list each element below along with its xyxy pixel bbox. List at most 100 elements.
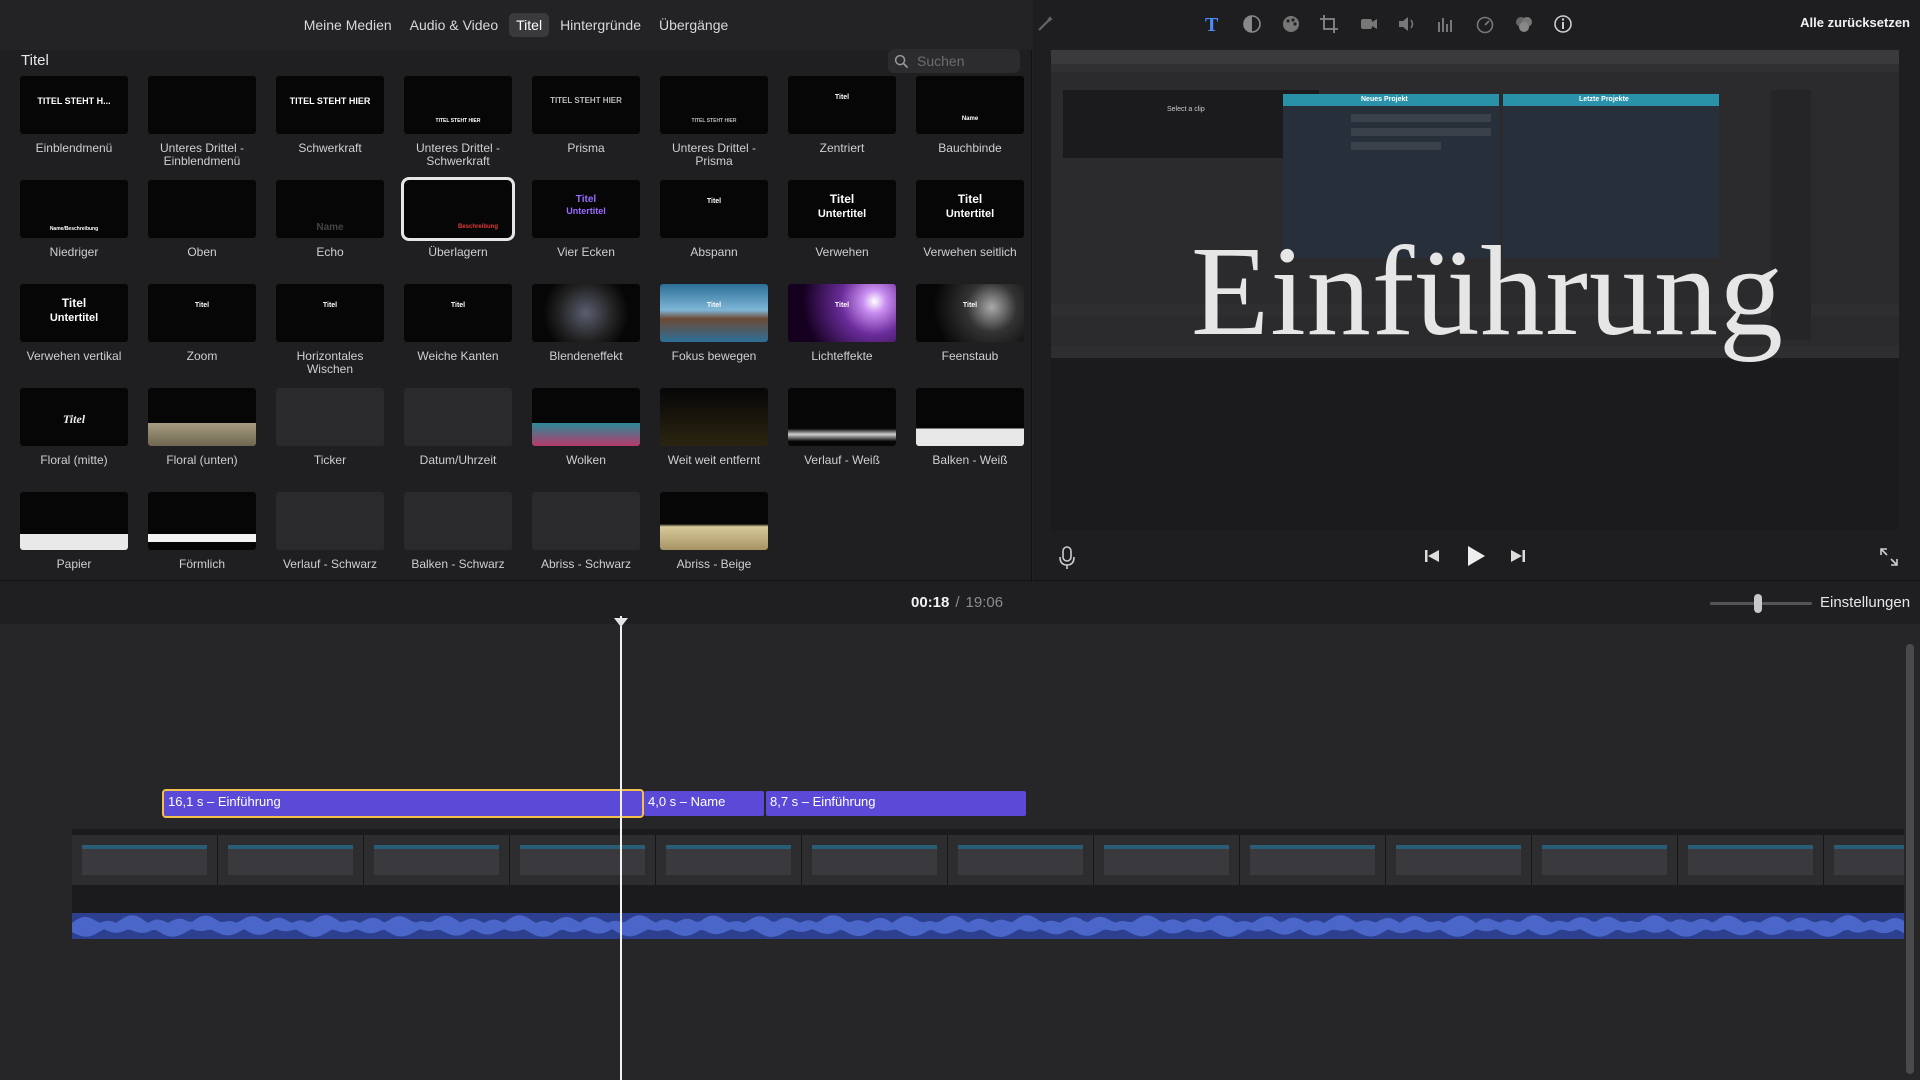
title-thumbnail[interactable] — [148, 76, 256, 134]
text-tool-icon[interactable]: T — [1201, 13, 1223, 35]
equalizer-icon[interactable] — [1435, 13, 1457, 35]
title-tile[interactable]: Titel Zentriert — [788, 76, 896, 155]
title-tile[interactable]: Name Echo — [276, 180, 384, 259]
title-clip-name[interactable]: 4,0 s – Name — [644, 791, 764, 816]
title-thumbnail[interactable] — [660, 388, 768, 446]
title-tile[interactable]: Titel Weiche Kanten — [404, 284, 512, 363]
playhead-handle[interactable] — [614, 618, 628, 627]
search-input[interactable] — [917, 53, 1017, 69]
reset-all-button[interactable]: Alle zurücksetzen — [1800, 15, 1910, 30]
title-thumbnail[interactable] — [788, 388, 896, 446]
title-tile[interactable]: Unteres Drittel - Einblendmenü — [148, 76, 256, 168]
title-thumbnail[interactable] — [404, 492, 512, 550]
title-thumbnail[interactable] — [916, 388, 1024, 446]
title-thumbnail[interactable]: Name/Beschreibung — [20, 180, 128, 238]
title-tile[interactable]: Balken - Schwarz — [404, 492, 512, 571]
title-tile[interactable]: Titel Fokus bewegen — [660, 284, 768, 363]
title-thumbnail[interactable]: Titel Untertitel — [788, 180, 896, 238]
skip-back-icon[interactable] — [1423, 547, 1441, 570]
title-thumbnail[interactable]: Titel — [788, 76, 896, 134]
color-palette-icon[interactable] — [1280, 13, 1302, 35]
video-preview[interactable]: Select a clip Neues Projekt Letzte Proje… — [1051, 50, 1899, 530]
title-thumbnail[interactable] — [532, 492, 640, 550]
title-tile[interactable]: Verlauf - Schwarz — [276, 492, 384, 571]
tab-audio-video[interactable]: Audio & Video — [403, 13, 505, 37]
timeline-zoom-slider[interactable] — [1710, 594, 1812, 613]
magic-wand-icon[interactable] — [1034, 13, 1056, 35]
title-thumbnail[interactable]: Titel Untertitel — [532, 180, 640, 238]
title-tile[interactable]: Name/Beschreibung Niedriger — [20, 180, 128, 259]
fullscreen-icon[interactable] — [1878, 546, 1900, 568]
title-tile[interactable]: Abriss - Beige — [660, 492, 768, 571]
title-tile[interactable]: Titel Untertitel Verwehen vertikal — [20, 284, 128, 363]
title-thumbnail[interactable]: Titel — [20, 388, 128, 446]
title-thumbnail[interactable]: Titel Untertitel — [20, 284, 128, 342]
title-tile[interactable]: Titel Lichteffekte — [788, 284, 896, 363]
settings-button[interactable]: Einstellungen — [1820, 594, 1910, 611]
title-tile[interactable]: Floral (unten) — [148, 388, 256, 467]
title-thumbnail[interactable]: Titel — [404, 284, 512, 342]
title-thumbnail[interactable]: Name — [276, 180, 384, 238]
title-tile[interactable]: TITEL STEHT HIER Unteres Drittel - Schwer… — [404, 76, 512, 168]
tab-titel[interactable]: Titel — [509, 13, 550, 37]
title-thumbnail[interactable] — [276, 492, 384, 550]
title-tile[interactable]: Titel Feenstaub — [916, 284, 1024, 363]
title-tile[interactable]: Förmlich — [148, 492, 256, 571]
title-tile[interactable]: Name Bauchbinde — [916, 76, 1024, 155]
title-tile[interactable]: Titel Abspann — [660, 180, 768, 259]
title-thumbnail[interactable] — [532, 388, 640, 446]
title-tile[interactable]: Papier — [20, 492, 128, 571]
title-thumbnail[interactable]: Titel — [660, 180, 768, 238]
title-tile[interactable]: Abriss - Schwarz — [532, 492, 640, 571]
title-tile[interactable]: Oben — [148, 180, 256, 259]
playhead[interactable] — [620, 616, 622, 1080]
title-thumbnail[interactable]: Titel — [660, 284, 768, 342]
timeline[interactable]: 16,1 s – Einführung 4,0 s – Name 8,7 s –… — [0, 624, 1920, 1080]
title-clip-einfuehrung-2[interactable]: 8,7 s – Einführung — [766, 791, 1026, 816]
audio-waveform[interactable] — [72, 913, 1904, 939]
title-thumbnail[interactable] — [20, 492, 128, 550]
microphone-icon[interactable] — [1057, 546, 1077, 570]
title-thumbnail[interactable]: Beschreibung — [401, 177, 515, 241]
title-tile[interactable]: Verlauf - Weiß — [788, 388, 896, 467]
zoom-slider-handle[interactable] — [1754, 594, 1762, 613]
title-thumbnail[interactable]: TITEL STEHT HIER — [660, 76, 768, 134]
title-tile[interactable]: Titel Untertitel Verwehen — [788, 180, 896, 259]
title-thumbnail[interactable] — [148, 388, 256, 446]
speed-icon[interactable] — [1474, 13, 1496, 35]
title-clip-einfuehrung-1[interactable]: 16,1 s – Einführung — [162, 789, 644, 818]
title-thumbnail[interactable] — [276, 388, 384, 446]
title-tile[interactable]: Titel Horizontales Wischen — [276, 284, 384, 376]
video-track[interactable] — [72, 829, 1904, 913]
title-tile[interactable]: Titel Zoom — [148, 284, 256, 363]
title-thumbnail[interactable]: Titel — [148, 284, 256, 342]
info-icon[interactable] — [1552, 13, 1574, 35]
title-thumbnail[interactable]: Name — [916, 76, 1024, 134]
stabilization-icon[interactable] — [1357, 13, 1379, 35]
title-thumbnail[interactable] — [148, 492, 256, 550]
search-field[interactable] — [888, 49, 1020, 73]
title-thumbnail[interactable]: TITEL STEHT HIER — [404, 76, 512, 134]
title-tile[interactable]: TITEL STEHT HIER Unteres Drittel - Prisma — [660, 76, 768, 168]
tab-uebergaenge[interactable]: Übergänge — [652, 13, 735, 37]
timeline-scrollbar[interactable] — [1906, 644, 1914, 1074]
tab-meine-medien[interactable]: Meine Medien — [297, 13, 399, 37]
title-thumbnail[interactable]: Titel — [788, 284, 896, 342]
title-tile[interactable]: Titel Untertitel Vier Ecken — [532, 180, 640, 259]
title-tile[interactable]: Weit weit entfernt — [660, 388, 768, 467]
tab-hintergruende[interactable]: Hintergründe — [553, 13, 648, 37]
title-thumbnail[interactable]: Titel Untertitel — [916, 180, 1024, 238]
title-thumbnail[interactable] — [532, 284, 640, 342]
title-thumbnail[interactable] — [660, 492, 768, 550]
title-thumbnail[interactable]: Titel — [916, 284, 1024, 342]
title-tile[interactable]: Ticker — [276, 388, 384, 467]
title-thumbnail[interactable] — [404, 388, 512, 446]
title-tile[interactable]: TITEL STEHT HIER Prisma — [532, 76, 640, 155]
title-thumbnail[interactable]: Titel — [276, 284, 384, 342]
title-tile[interactable]: TITEL STEHT HIER Schwerkraft — [276, 76, 384, 155]
title-thumbnail[interactable]: TITEL STEHT HIER — [276, 76, 384, 134]
skip-forward-icon[interactable] — [1509, 547, 1527, 570]
video-effects-icon[interactable] — [1513, 13, 1535, 35]
title-tile[interactable]: Titel Floral (mitte) — [20, 388, 128, 467]
title-tile[interactable]: Beschreibung Überlagern — [401, 177, 515, 259]
